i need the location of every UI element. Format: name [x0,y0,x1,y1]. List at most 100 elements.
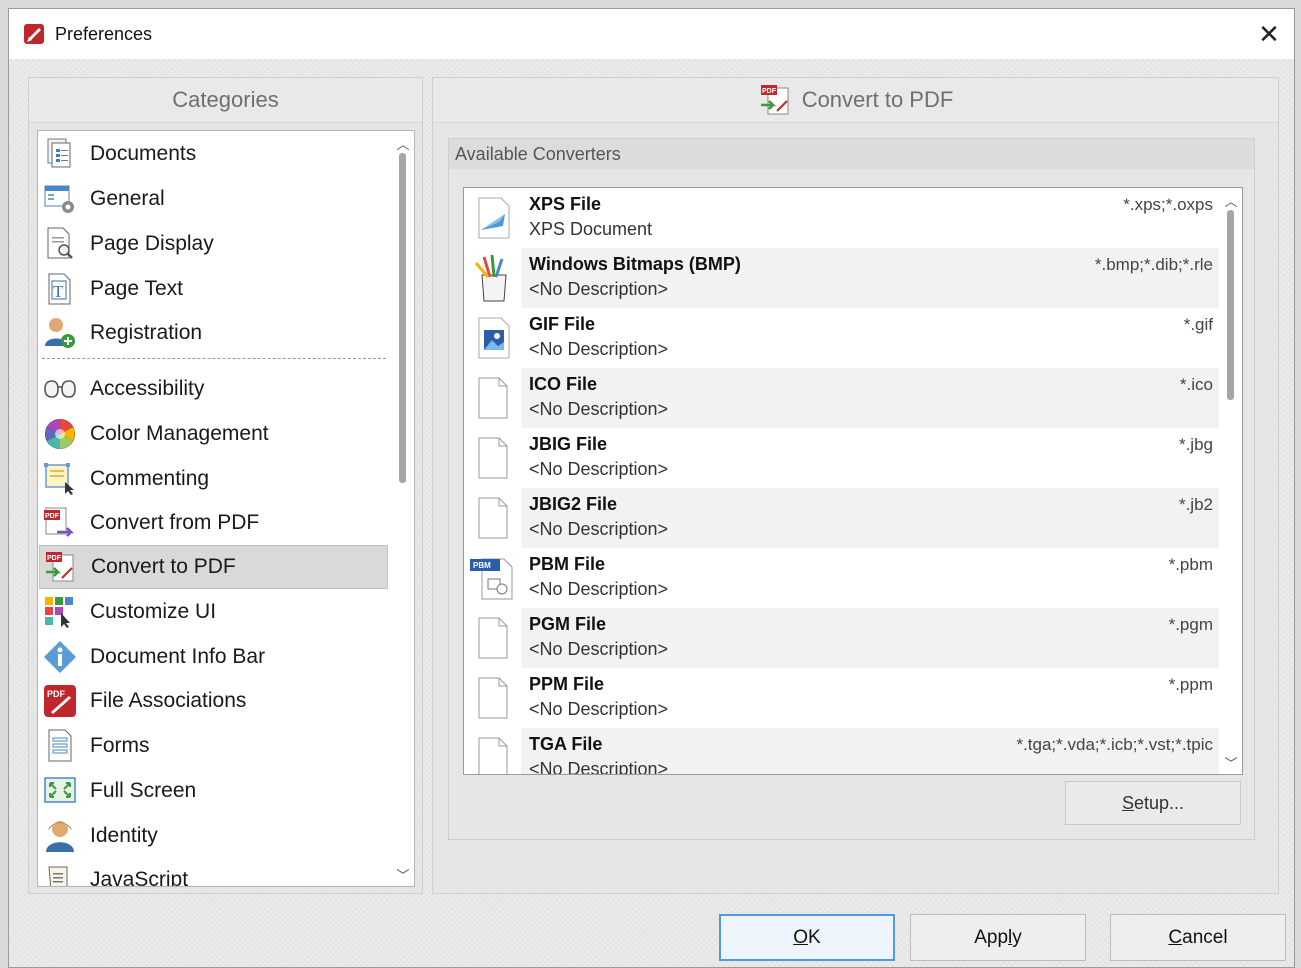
category-item-general[interactable]: General [39,177,388,221]
converter-description: <No Description> [529,399,669,419]
scroll-up-icon[interactable]: ︿ [1220,190,1242,210]
converter-description: <No Description> [529,699,669,719]
converter-row[interactable]: PGM File <No Description> *.pgm [465,608,1219,668]
category-label: Commenting [90,467,210,490]
color-management-icon [43,417,77,451]
converter-description: <No Description> [529,279,669,299]
converter-row[interactable]: GIF File <No Description> *.gif [465,308,1219,368]
category-label: Documents [90,142,197,165]
category-item-forms[interactable]: Forms [39,724,388,768]
apply-label-prefix: App [974,926,1009,948]
categories-header: Categories [29,78,422,123]
customize-ui-icon [43,595,77,629]
converter-extensions: *.xps;*.oxps [1123,195,1213,214]
setup-label-rest: etup... [1133,792,1185,813]
converter-row[interactable]: Windows Bitmaps (BMP) <No Description> *… [465,248,1219,308]
close-button[interactable]: ✕ [1244,9,1294,59]
converter-row[interactable]: JBIG File <No Description> *.jbg [465,428,1219,488]
converter-row[interactable]: JBIG2 File <No Description> *.jb2 [465,488,1219,548]
converter-row[interactable]: XPS File XPS Document *.xps;*.oxps [465,188,1219,248]
category-item-document-info-bar[interactable]: Document Info Bar [39,635,388,679]
converter-description: <No Description> [529,459,669,479]
cancel-label-rest: ancel [1182,926,1228,948]
converter-extensions: *.ppm [1168,675,1213,694]
converter-extensions: *.pgm [1168,615,1213,634]
category-item-convert-from-pdf[interactable]: PDF Convert from PDF [39,501,388,545]
converter-row[interactable]: TGA File <No Description> *.tga;*.vda;*.… [465,728,1219,774]
convert-from-pdf-icon: PDF [43,506,77,540]
xps-icon [465,188,521,248]
category-item-customize-ui[interactable]: Customize UI [39,590,388,634]
category-item-javascript[interactable]: JavaScript [39,858,388,887]
page-text-icon: T [43,272,77,306]
converter-row[interactable]: PPM File <No Description> *.ppm [465,668,1219,728]
category-item-color-management[interactable]: Color Management [39,412,388,456]
apply-button[interactable]: App l y [910,914,1086,961]
scroll-down-icon[interactable]: ﹀ [1220,752,1242,772]
documents-icon [43,137,77,171]
bmp-icon [465,248,521,308]
scroll-down-icon[interactable]: ﹀ [392,864,414,884]
category-item-page-text[interactable]: T Page Text [39,267,388,311]
converter-extensions: *.gif [1183,315,1213,334]
ok-button[interactable]: OK [719,914,895,961]
converter-extensions: *.ico [1179,375,1213,394]
blank-page-icon [465,728,521,774]
converter-row[interactable]: ICO File <No Description> *.ico [465,368,1219,428]
category-item-identity[interactable]: Identity [39,814,388,858]
converter-description: <No Description> [529,639,669,659]
svg-text:PDF: PDF [45,513,60,520]
svg-text:PDF: PDF [47,689,66,699]
categories-panel: Categories Documents General Page Displa… [28,77,423,894]
converter-name: XPS File [529,194,602,214]
converter-description: <No Description> [529,579,669,599]
category-item-full-screen[interactable]: Full Screen [39,769,388,813]
converter-name: JBIG File [529,434,608,454]
commenting-icon [43,462,77,496]
category-item-accessibility[interactable]: Accessibility [39,367,388,411]
category-item-commenting[interactable]: Commenting [39,457,388,501]
setup-button[interactable]: Setup... [1065,781,1241,825]
svg-text:PDF: PDF [762,88,777,95]
scrollbar-thumb[interactable] [1227,210,1234,400]
category-label: JavaScript [90,868,189,887]
category-item-page-display[interactable]: Page Display [39,222,388,266]
converter-name: PPM File [529,674,605,694]
category-item-registration[interactable]: Registration [39,311,388,355]
category-item-convert-to-pdf[interactable]: PDF Convert to PDF [39,545,388,589]
full-screen-icon [43,774,77,808]
group-label: Available Converters [449,139,1254,169]
convert-to-pdf-panel: PDF Convert to PDF Available Converters … [432,77,1279,894]
scroll-up-icon[interactable]: ︿ [392,133,414,153]
ok-label-mnemonic: O [793,926,809,948]
category-label: Identity [90,824,158,847]
svg-text:PDF: PDF [47,555,62,562]
category-label: File Associations [90,689,247,712]
gif-icon [465,308,521,368]
ok-label-rest: K [808,926,821,948]
category-item-file-associations[interactable]: PDF File Associations [39,679,388,723]
categories-list[interactable]: Documents General Page Display T Page Te… [37,130,415,887]
category-separator [42,358,386,359]
blank-page-icon [465,368,521,428]
javascript-icon [43,863,77,886]
cancel-button[interactable]: Cancel [1110,914,1286,961]
converters-scrollbar[interactable]: ︿ ﹀ [1220,188,1242,774]
scrollbar-thumb[interactable] [399,153,406,483]
svg-text:PBM: PBM [473,561,491,570]
converter-row[interactable]: PBM PBM File <No Description> *.pbm [465,548,1219,608]
dialog-content: Categories Documents General Page Displa… [9,59,1294,967]
page-display-icon [43,227,77,261]
category-label: Convert from PDF [90,511,260,534]
category-label: Page Display [90,232,214,255]
category-item-documents[interactable]: Documents [39,132,388,176]
blank-page-icon [465,428,521,488]
panel-header: PDF Convert to PDF [433,78,1278,123]
apply-label-rest: y [1012,926,1022,948]
converter-name: JBIG2 File [529,494,618,514]
category-label: Convert to PDF [91,555,236,578]
converter-name: GIF File [529,314,596,334]
identity-icon [43,819,77,853]
converters-list[interactable]: XPS File XPS Document *.xps;*.oxps Windo… [463,187,1243,775]
categories-scrollbar[interactable]: ︿ ﹀ [392,131,414,886]
